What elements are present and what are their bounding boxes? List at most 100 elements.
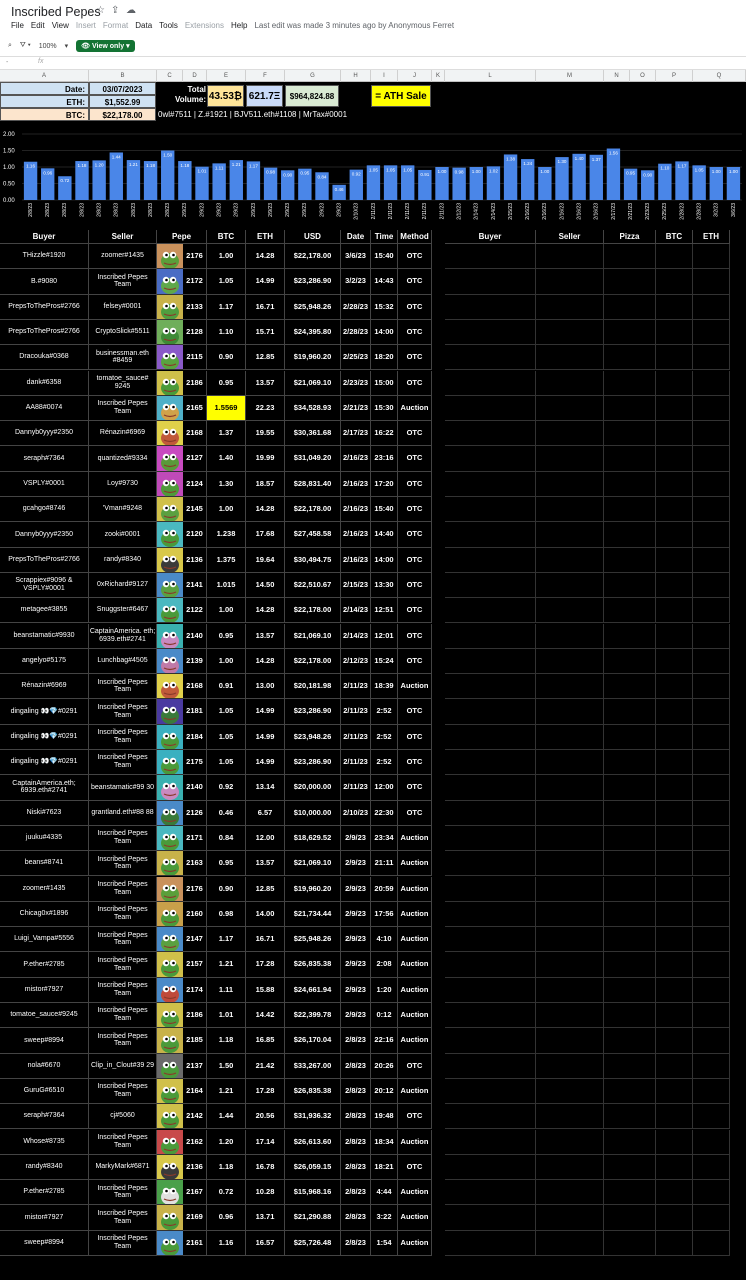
right-table-cell[interactable]: [693, 1104, 730, 1130]
right-table-cell[interactable]: [693, 547, 730, 573]
table-row[interactable]: dingaling 👀💎#0291 Inscribed Pepes Team 218…: [0, 699, 746, 725]
pepe-thumbnail[interactable]: [157, 750, 183, 776]
cell-method[interactable]: OTC: [398, 724, 432, 750]
right-table-cell[interactable]: [445, 572, 536, 599]
cell-time[interactable]: 18:39: [371, 674, 398, 700]
cell-usd[interactable]: $21,069.10: [285, 370, 341, 396]
cell-btc[interactable]: 1.37: [207, 421, 246, 447]
right-table-cell[interactable]: [604, 876, 656, 902]
right-table-cell[interactable]: [693, 952, 730, 978]
cell-btc[interactable]: 0.46: [207, 800, 246, 826]
cell-time[interactable]: 18:21: [371, 1154, 398, 1181]
cell-pepe[interactable]: 2139: [183, 648, 207, 675]
right-table-cell[interactable]: [693, 446, 730, 472]
cell-pepe[interactable]: 2168: [183, 421, 207, 447]
cell-time[interactable]: 21:11: [371, 851, 398, 877]
cell-eth[interactable]: 14.99: [246, 269, 285, 295]
cell-usd[interactable]: $21,069.10: [285, 851, 341, 877]
right-table-cell[interactable]: [536, 952, 604, 978]
table-header-pepe[interactable]: Pepe: [157, 230, 207, 244]
pepe-thumbnail[interactable]: [157, 977, 183, 1003]
menu-view[interactable]: View: [52, 21, 69, 30]
cell-btc[interactable]: 0.95: [207, 851, 246, 877]
cell-eth[interactable]: 14.28: [246, 598, 285, 624]
column-header-e[interactable]: E: [207, 70, 246, 82]
cell-time[interactable]: 14:00: [371, 319, 398, 346]
cell-date[interactable]: 2/11/23: [341, 775, 371, 801]
table-row[interactable]: Whose#8735 Inscribed Pepes Team 2162 1.20 17…: [0, 1129, 746, 1155]
cell-eth[interactable]: 16.85: [246, 1028, 285, 1054]
cell-method[interactable]: Auction: [398, 901, 432, 928]
pepe-thumbnail[interactable]: [157, 244, 183, 270]
cell-seller[interactable]: 'Vman#9248: [89, 497, 157, 523]
cell-seller[interactable]: zooki#0001: [89, 522, 157, 548]
zoom-select[interactable]: 100%: [39, 43, 57, 50]
cell-eth[interactable]: 16.78: [246, 1154, 285, 1181]
cell-buyer[interactable]: Luigi_Vampa#5556: [0, 927, 89, 953]
table-row[interactable]: Dannyb0yyy#2350 zooki#0001 2120 1.238 17.68 $…: [0, 522, 746, 548]
right-table-cell[interactable]: [445, 269, 536, 295]
cell-pepe[interactable]: 2141: [183, 572, 207, 599]
cell-method[interactable]: OTC: [398, 471, 432, 497]
right-table-cell[interactable]: [445, 623, 536, 649]
table-row[interactable]: seraph#7364 quantized#9334 2127 1.40 19.99 $3…: [0, 446, 746, 472]
cell-usd[interactable]: $15,968.16: [285, 1180, 341, 1206]
menu-edit[interactable]: Edit: [31, 21, 45, 30]
cell-time[interactable]: 14:43: [371, 269, 398, 295]
pepe-thumbnail[interactable]: [157, 699, 183, 725]
right-table-cell[interactable]: [536, 572, 604, 599]
cell-date[interactable]: 2/11/23: [341, 674, 371, 700]
table-row[interactable]: GuruG#6510 Inscribed Pepes Team 2164 1.21 17…: [0, 1078, 746, 1105]
right-table-cell[interactable]: [445, 1003, 536, 1029]
cell-buyer[interactable]: angelyo#5175: [0, 648, 89, 675]
cell-buyer[interactable]: nola#6670: [0, 1053, 89, 1079]
pepe-thumbnail[interactable]: [157, 1028, 183, 1054]
cell-seller[interactable]: Clip_in_Clout#39 29: [89, 1053, 157, 1079]
cell-date[interactable]: 2/11/23: [341, 724, 371, 750]
right-table-cell[interactable]: [445, 1230, 536, 1256]
pepe-thumbnail[interactable]: [157, 345, 183, 371]
table-row[interactable]: nola#6670 Clip_in_Clout#39 29 2137 1.50 21.4…: [0, 1053, 746, 1079]
cell-btc[interactable]: 1.05: [207, 724, 246, 750]
right-table-cell[interactable]: [693, 901, 730, 928]
cell-seller[interactable]: Inscribed Pepes Team: [89, 1230, 157, 1256]
table-row[interactable]: sweep#8994 Inscribed Pepes Team 2185 1.18 16…: [0, 1028, 746, 1054]
pepe-thumbnail[interactable]: [157, 648, 183, 675]
menu-tools[interactable]: Tools: [159, 21, 178, 30]
right-table-cell[interactable]: [604, 750, 656, 776]
table-row[interactable]: Scrappiex#9096 & VSPLY#0001 0xRichard#912…: [0, 572, 746, 599]
cell-seller[interactable]: Inscribed Pepes Team: [89, 674, 157, 700]
pepe-thumbnail[interactable]: [157, 1104, 183, 1130]
right-table-cell[interactable]: [693, 927, 730, 953]
btc-value[interactable]: $22,178.00: [89, 108, 156, 121]
column-header-j[interactable]: J: [398, 70, 432, 82]
right-table-cell[interactable]: [604, 1003, 656, 1029]
table-row[interactable]: PrepsToThePros#2766 randy#8340 2136 1.375 19…: [0, 547, 746, 573]
cell-buyer[interactable]: VSPLY#0001: [0, 471, 89, 497]
cell-method[interactable]: OTC: [398, 1053, 432, 1079]
table-row[interactable]: Luigi_Vampa#5556 Inscribed Pepes Team 2147…: [0, 927, 746, 953]
cell-eth[interactable]: 14.42: [246, 1003, 285, 1029]
table-row[interactable]: mistor#7927 Inscribed Pepes Team 2169 0.96 1…: [0, 1205, 746, 1231]
right-table-cell[interactable]: [604, 319, 656, 346]
right-table-cell[interactable]: [604, 370, 656, 396]
column-header-f[interactable]: F: [246, 70, 285, 82]
cell-usd[interactable]: $30,494.75: [285, 547, 341, 573]
cell-buyer[interactable]: dank#6358: [0, 370, 89, 396]
cell-date[interactable]: 2/15/23: [341, 572, 371, 599]
cell-seller[interactable]: CaptainAmerica. eth; 6939.eth#2741: [89, 623, 157, 649]
cell-method[interactable]: Auction: [398, 977, 432, 1003]
cell-btc[interactable]: 0.90: [207, 345, 246, 371]
table-row[interactable]: seraph#7364 cj#5060 2142 1.44 20.56 $31,936.3…: [0, 1104, 746, 1130]
cell-seller[interactable]: Inscribed Pepes Team: [89, 724, 157, 750]
right-table-cell[interactable]: [604, 244, 656, 270]
cell-date[interactable]: 2/8/23: [341, 1205, 371, 1231]
cell-usd[interactable]: $34,528.93: [285, 395, 341, 422]
cell-pepe[interactable]: 2186: [183, 370, 207, 396]
cell-seller[interactable]: Inscribed Pepes Team: [89, 1028, 157, 1054]
cell-method[interactable]: OTC: [398, 345, 432, 371]
cell-seller[interactable]: Inscribed Pepes Team: [89, 699, 157, 725]
cell-usd[interactable]: $21,734.44: [285, 901, 341, 928]
right-table-cell[interactable]: [445, 648, 536, 675]
cell-usd[interactable]: $23,948.26: [285, 724, 341, 750]
